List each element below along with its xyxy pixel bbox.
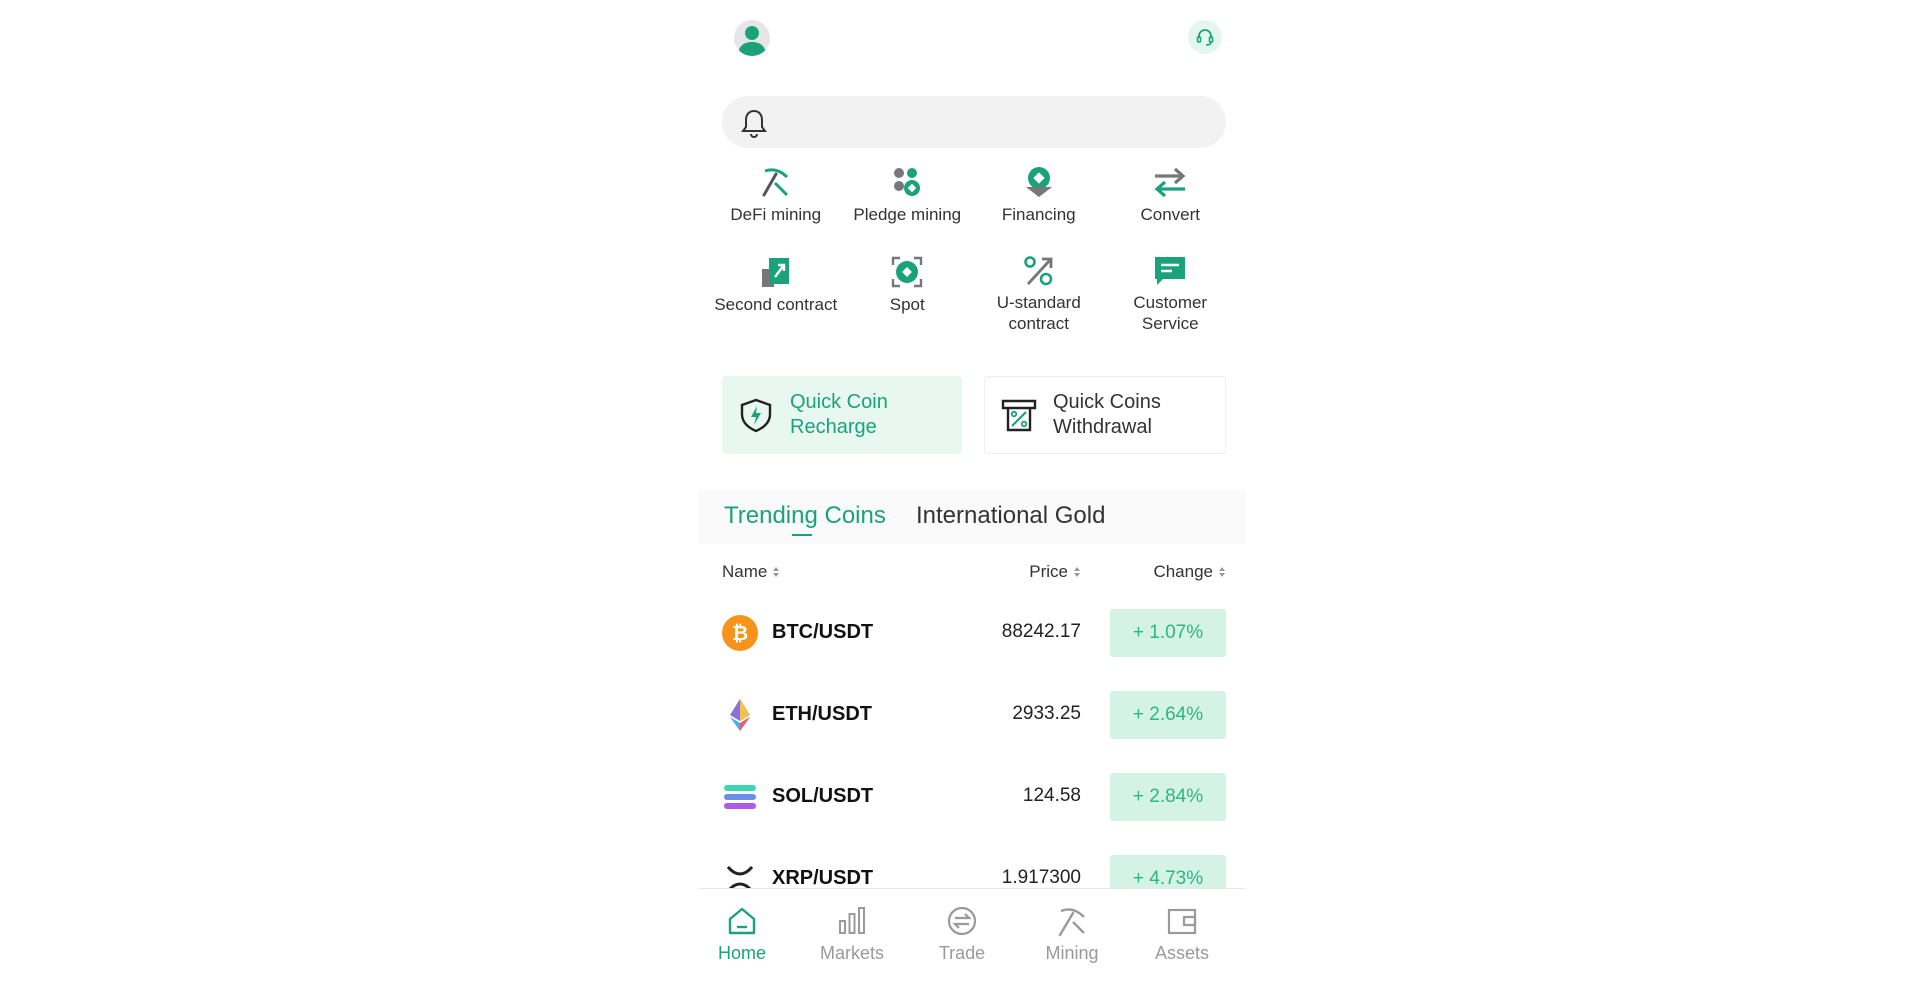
pair-name: ETH/USDT bbox=[772, 703, 872, 725]
svg-text:₿: ₿ bbox=[732, 621, 748, 645]
user-icon bbox=[738, 26, 766, 56]
quick-label: Second contract bbox=[714, 295, 838, 314]
bell-icon bbox=[741, 109, 767, 138]
home-icon bbox=[728, 907, 756, 935]
change-badge: + 2.64% bbox=[1110, 691, 1226, 739]
notice-bar[interactable] bbox=[722, 96, 1226, 148]
tab-trending-coins[interactable]: Trending Coins bbox=[724, 502, 886, 530]
nav-label: Home bbox=[717, 943, 766, 963]
quick-label: U-standard contract bbox=[996, 293, 1081, 333]
table-row[interactable]: SOL/USDT 124.58 + 2.84% bbox=[722, 766, 1226, 848]
change-badge: + 1.07% bbox=[1110, 609, 1226, 657]
pair-price: 124.58 bbox=[1022, 785, 1081, 806]
recharge-label: Quick Coin Recharge bbox=[790, 391, 888, 438]
trade-icon bbox=[947, 906, 977, 936]
pickaxe-icon bbox=[762, 168, 788, 197]
pair-name: XRP/USDT bbox=[772, 867, 874, 888]
coins-icon bbox=[894, 168, 921, 196]
convert-arrows-icon bbox=[1154, 167, 1186, 198]
nav-label: Markets bbox=[819, 943, 884, 963]
quick-spot[interactable]: Spot bbox=[842, 254, 974, 334]
quick-menu-grid: DeFi mining Pledge mining Financing Conv… bbox=[710, 164, 1236, 334]
table-row[interactable]: ETH/USDT 2933.25 + 2.64% bbox=[722, 684, 1226, 766]
chat-icon bbox=[1155, 257, 1186, 285]
nav-label: Trade bbox=[938, 943, 986, 963]
headset-icon bbox=[1196, 29, 1214, 46]
change-badge: + 4.73% bbox=[1110, 855, 1226, 888]
quick-defi-mining[interactable]: DeFi mining bbox=[710, 164, 842, 244]
bar-chart-icon bbox=[839, 907, 865, 934]
btc-icon: ₿ bbox=[722, 615, 758, 651]
sort-change-header[interactable]: Change bbox=[1153, 562, 1226, 582]
header-label: Price bbox=[1029, 562, 1068, 581]
quick-label: Customer Service bbox=[1133, 293, 1208, 333]
eth-icon bbox=[730, 699, 750, 731]
quick-label: Convert bbox=[1140, 205, 1201, 224]
pair-name: SOL/USDT bbox=[772, 785, 874, 807]
sort-icon bbox=[1219, 567, 1225, 577]
quick-label: Spot bbox=[889, 295, 925, 314]
nav-home[interactable]: Home bbox=[692, 903, 792, 964]
table-header: Name Price Change bbox=[722, 562, 1226, 586]
quick-coin-recharge-button[interactable]: Quick Coin Recharge bbox=[722, 376, 962, 454]
shield-bolt-icon bbox=[740, 398, 772, 433]
quick-label: Pledge mining bbox=[853, 205, 962, 224]
support-button[interactable] bbox=[1188, 20, 1222, 54]
active-tab-indicator bbox=[792, 534, 812, 536]
nav-mining[interactable]: Mining bbox=[1022, 903, 1122, 964]
sort-icon bbox=[1074, 567, 1080, 577]
pair-price: 2933.25 bbox=[1012, 703, 1081, 724]
atm-withdraw-icon bbox=[1001, 399, 1037, 432]
tab-international-gold[interactable]: International Gold bbox=[916, 502, 1105, 530]
quick-second-contract[interactable]: Second contract bbox=[710, 254, 842, 334]
quick-coins-withdrawal-button[interactable]: Quick Coins Withdrawal bbox=[984, 376, 1226, 454]
nav-assets[interactable]: Assets bbox=[1132, 903, 1232, 964]
quick-u-standard-contract[interactable]: U-standard contract bbox=[973, 254, 1105, 334]
sort-price-header[interactable]: Price bbox=[1029, 562, 1081, 582]
change-badge: + 2.84% bbox=[1110, 773, 1226, 821]
percent-arrow-icon bbox=[1023, 256, 1053, 286]
top-bar bbox=[698, 0, 1246, 78]
quick-label: Financing bbox=[1001, 205, 1076, 224]
quick-label: DeFi mining bbox=[730, 205, 822, 224]
quick-pledge-mining[interactable]: Pledge mining bbox=[842, 164, 974, 244]
app-screen: DeFi mining Pledge mining Financing Conv… bbox=[698, 0, 1246, 994]
bottom-nav: Home Markets Trade Mining Assets bbox=[698, 888, 1246, 994]
xrp-icon bbox=[726, 865, 754, 888]
withdraw-label: Quick Coins Withdrawal bbox=[1053, 391, 1161, 438]
deposit-withdraw-row: Quick Coin Recharge Quick Coins Withdraw… bbox=[722, 376, 1226, 454]
second-contract-icon bbox=[761, 258, 789, 287]
sort-icon bbox=[773, 567, 780, 577]
coin-list: ₿ BTC/USDT 88242.17 + 1.07% ETH/USDT 293… bbox=[722, 602, 1226, 888]
sort-name-header[interactable]: Name bbox=[722, 562, 780, 582]
table-row[interactable]: XRP/USDT 1.917300 + 4.73% bbox=[722, 848, 1226, 888]
spot-icon bbox=[892, 256, 923, 288]
nav-label: Mining bbox=[1045, 943, 1099, 963]
pair-price: 1.917300 bbox=[1001, 867, 1081, 888]
avatar[interactable] bbox=[734, 20, 770, 56]
pickaxe-icon bbox=[1058, 908, 1085, 937]
nav-label: Assets bbox=[1154, 943, 1210, 963]
sol-icon bbox=[724, 785, 756, 809]
pair-name: BTC/USDT bbox=[772, 621, 874, 643]
header-label: Name bbox=[722, 562, 768, 581]
pair-price: 88242.17 bbox=[1001, 621, 1081, 642]
header-label: Change bbox=[1153, 562, 1213, 581]
nav-trade[interactable]: Trade bbox=[912, 903, 1012, 964]
table-row[interactable]: ₿ BTC/USDT 88242.17 + 1.07% bbox=[722, 602, 1226, 684]
quick-convert[interactable]: Convert bbox=[1105, 164, 1237, 244]
quick-financing[interactable]: Financing bbox=[973, 164, 1105, 244]
nav-markets[interactable]: Markets bbox=[802, 903, 902, 964]
wallet-icon bbox=[1167, 908, 1197, 935]
quick-customer-service[interactable]: Customer Service bbox=[1105, 254, 1237, 334]
market-tabs: Trending Coins International Gold bbox=[698, 490, 1246, 544]
financing-icon bbox=[1025, 167, 1052, 197]
